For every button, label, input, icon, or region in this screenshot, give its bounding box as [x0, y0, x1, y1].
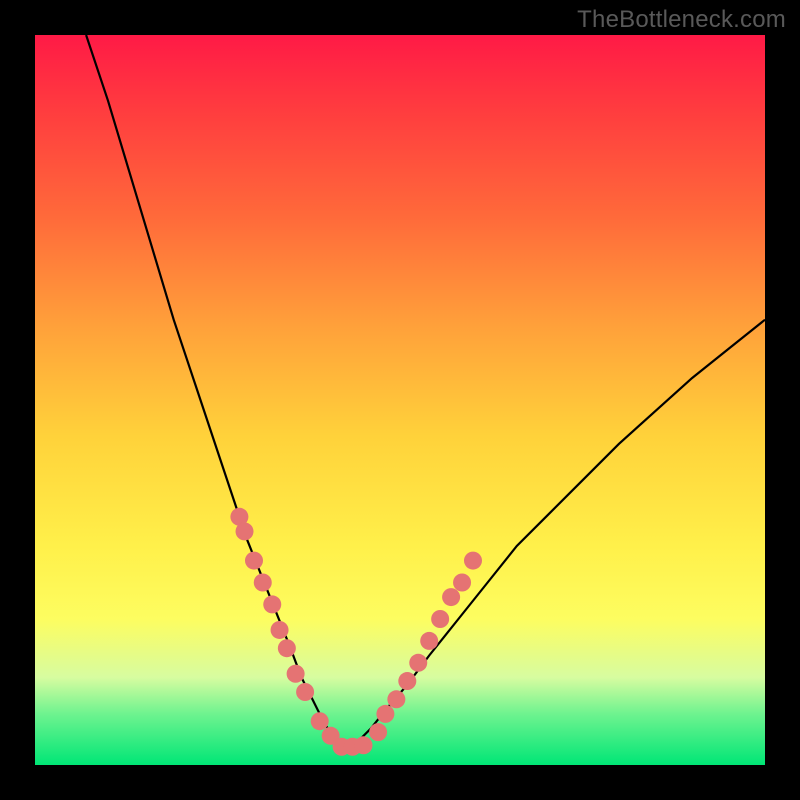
marker-group	[230, 508, 482, 756]
chart-svg	[35, 35, 765, 765]
data-marker	[464, 552, 482, 570]
data-marker	[287, 665, 305, 683]
data-marker	[431, 610, 449, 628]
data-marker	[245, 552, 263, 570]
watermark-text: TheBottleneck.com	[577, 6, 786, 34]
data-marker	[369, 723, 387, 741]
chart-frame: TheBottleneck.com	[0, 0, 800, 800]
data-marker	[278, 639, 296, 657]
data-marker	[409, 654, 427, 672]
data-marker	[296, 683, 314, 701]
plot-area	[35, 35, 765, 765]
data-marker	[453, 574, 471, 592]
data-marker	[376, 705, 394, 723]
data-marker	[254, 574, 272, 592]
data-marker	[236, 522, 254, 540]
data-marker	[387, 690, 405, 708]
data-marker	[263, 595, 281, 613]
data-marker	[420, 632, 438, 650]
data-marker	[355, 736, 373, 754]
data-marker	[271, 621, 289, 639]
data-marker	[311, 712, 329, 730]
data-marker	[398, 672, 416, 690]
curve-left	[86, 35, 345, 750]
data-marker	[442, 588, 460, 606]
